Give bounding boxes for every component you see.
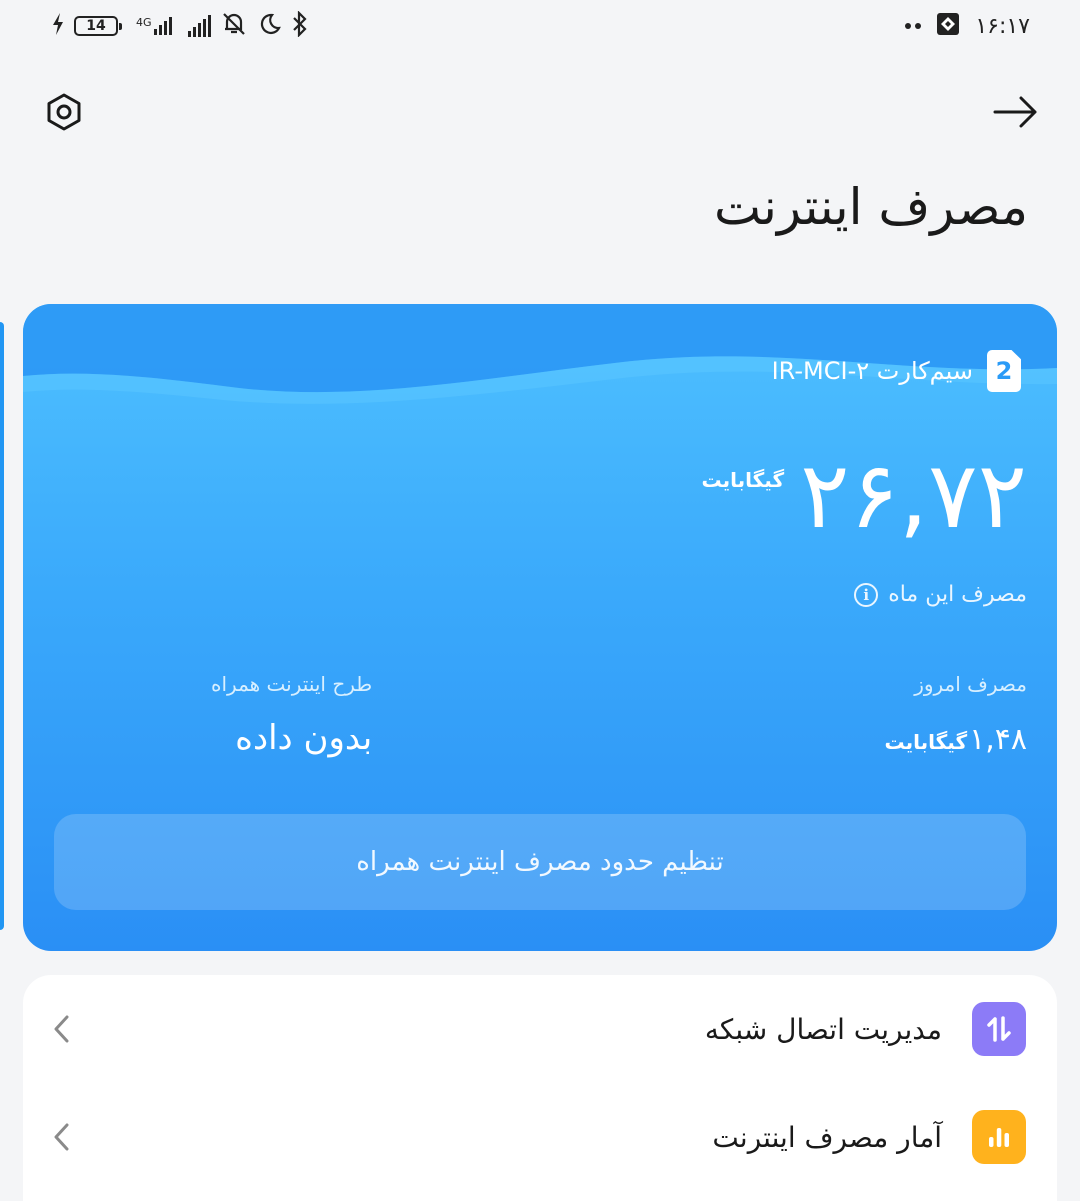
- today-usage-label: مصرف امروز: [914, 672, 1027, 696]
- back-arrow-icon[interactable]: [992, 88, 1040, 136]
- bluetooth-icon: [291, 10, 309, 41]
- charging-icon: [52, 13, 64, 39]
- header-toolbar: [40, 80, 1040, 144]
- list-item-network-management[interactable]: مدیریت اتصال شبکه: [23, 975, 1057, 1083]
- today-usage-value-row: ۱,۴۸ گیگابایت: [884, 722, 1027, 757]
- chevron-left-icon: [54, 1123, 69, 1151]
- monthly-usage: ۲۶,۷۲ گیگابایت: [701, 446, 1027, 546]
- monthly-usage-caption[interactable]: مصرف این ماه i: [854, 582, 1027, 607]
- mobile-plan[interactable]: طرح اینترنت همراه بدون داده: [211, 672, 372, 758]
- battery-level: 14: [74, 16, 122, 36]
- status-icons-right: ۱۶:۱۷: [905, 11, 1030, 41]
- mobile-plan-value: بدون داده: [235, 718, 373, 758]
- previous-sim-card-edge[interactable]: [0, 322, 4, 930]
- chevron-left-icon: [54, 1015, 69, 1043]
- sim-usage-card[interactable]: 2 سیم‌کارت ۲-IR-MCI ۲۶,۷۲ گیگابایت مصرف …: [23, 304, 1057, 951]
- signal-icon: [187, 15, 211, 37]
- list-item-label: مدیریت اتصال شبکه: [704, 1012, 942, 1046]
- options-list: مدیریت اتصال شبکه آمار مصرف اینترنت: [23, 975, 1057, 1201]
- sim-label: سیم‌کارت ۲-IR-MCI: [771, 357, 973, 385]
- today-usage: مصرف امروز ۱,۴۸ گیگابایت: [884, 672, 1027, 757]
- monthly-usage-unit: گیگابایت: [701, 468, 785, 492]
- list-item-usage-stats[interactable]: آمار مصرف اینترنت: [23, 1083, 1057, 1191]
- clock: ۱۶:۱۷: [975, 13, 1030, 39]
- bar-chart-icon: [972, 1110, 1026, 1164]
- info-icon[interactable]: i: [854, 582, 879, 607]
- signal-icon: 4G: [136, 17, 172, 35]
- network-transfer-icon: [972, 1002, 1026, 1056]
- battery-icon: 14: [74, 16, 122, 36]
- monthly-usage-label: مصرف این ماه: [888, 582, 1027, 607]
- app-notification-icon: [935, 11, 961, 41]
- network-type-label: 4G: [136, 16, 152, 29]
- mute-bell-icon: [221, 11, 247, 41]
- today-usage-unit: گیگابایت: [884, 730, 968, 754]
- settings-icon[interactable]: [40, 88, 88, 136]
- list-item-label: آمار مصرف اینترنت: [712, 1120, 942, 1154]
- today-usage-value: ۱,۴۸: [969, 722, 1027, 757]
- moon-icon: [257, 12, 281, 40]
- page-title: مصرف اینترنت: [713, 178, 1028, 236]
- notification-dots-icon: [905, 23, 922, 29]
- status-icons-left: 14 4G: [52, 10, 309, 41]
- monthly-usage-value: ۲۶,۷۲: [800, 442, 1027, 549]
- sim-2-icon: 2: [987, 350, 1021, 392]
- set-data-limit-button[interactable]: تنظیم حدود مصرف اینترنت همراه: [54, 814, 1026, 910]
- sim-header: 2 سیم‌کارت ۲-IR-MCI: [772, 350, 1021, 392]
- status-bar: 14 4G ۱۶:۱۷: [0, 0, 1080, 52]
- mobile-plan-label: طرح اینترنت همراه: [211, 672, 373, 696]
